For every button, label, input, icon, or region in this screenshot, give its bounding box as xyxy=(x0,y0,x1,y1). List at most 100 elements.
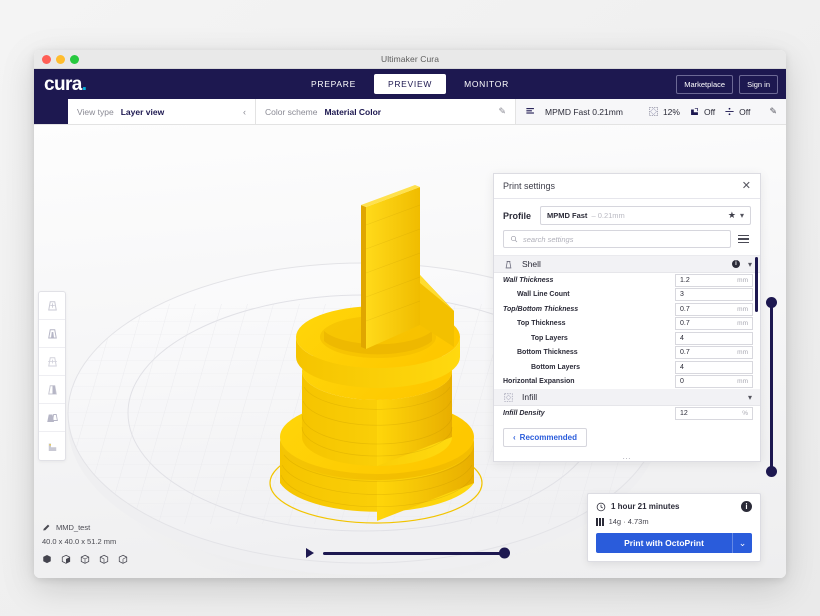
support-value: Off xyxy=(703,106,716,117)
setting-row[interactable]: Wall Line Count 3 xyxy=(494,288,760,303)
setting-row[interactable]: Wall Thickness 1.2 mm xyxy=(494,273,760,288)
print-button-label: Print with OctoPrint xyxy=(624,538,704,548)
solid-cube-icon[interactable] xyxy=(42,554,52,564)
setting-row[interactable]: Top Layers 4 xyxy=(494,331,760,346)
chevron-down-icon[interactable]: ▾ xyxy=(740,211,744,220)
panel-resize-grip[interactable]: … xyxy=(494,451,760,461)
category-shell[interactable]: Shell i ▾ xyxy=(494,256,760,273)
setting-label: Top/Bottom Thickness xyxy=(503,305,579,313)
setting-value: 0 xyxy=(680,378,684,386)
recommended-button[interactable]: ‹ Recommended xyxy=(503,427,588,447)
sign-in-button[interactable]: Sign in xyxy=(739,74,778,94)
support-blocker-button[interactable] xyxy=(39,432,65,460)
category-infill[interactable]: Infill ▾ xyxy=(494,389,760,406)
layer-range-top-handle[interactable] xyxy=(766,297,777,308)
print-button[interactable]: Print with OctoPrint ⌄ xyxy=(596,533,752,553)
toolbar-left-spacer xyxy=(34,99,68,124)
material-icon xyxy=(596,517,604,526)
wireframe-cube-icon[interactable] xyxy=(80,554,90,564)
info-icon[interactable]: i xyxy=(731,260,740,268)
move-tool-button[interactable] xyxy=(39,292,65,320)
setting-value: 1.2 xyxy=(680,276,690,284)
setting-value-field[interactable]: 0.7 mm xyxy=(675,346,753,360)
setting-value-field[interactable]: 0.7 mm xyxy=(675,302,753,316)
layer-range-track[interactable] xyxy=(770,303,773,471)
print-settings-title: Print settings xyxy=(503,181,556,191)
setting-value-field[interactable]: 12 % xyxy=(675,406,753,420)
layer-range-bottom-handle[interactable] xyxy=(766,466,777,477)
marketplace-button[interactable]: Marketplace xyxy=(676,74,734,94)
print-settings-footer: ‹ Recommended xyxy=(494,421,760,454)
object-dimensions: 40.0 x 40.0 x 51.2 mm xyxy=(42,537,117,546)
search-input[interactable]: search settings xyxy=(503,230,731,248)
chevron-left-icon: ‹ xyxy=(513,432,516,442)
setting-label: Horizontal Expansion xyxy=(503,378,575,386)
mirror-tool-icon xyxy=(47,385,57,395)
tab-prepare[interactable]: PREPARE xyxy=(297,74,370,94)
chevron-down-icon[interactable]: ▾ xyxy=(748,260,752,269)
setting-row[interactable]: Top/Bottom Thickness 0.7 mm xyxy=(494,302,760,317)
category-infill-label: Infill xyxy=(522,392,538,402)
setting-unit: mm xyxy=(737,276,748,284)
scale-tool-button[interactable] xyxy=(39,320,65,348)
mirror-tool-button[interactable] xyxy=(39,376,65,404)
chevron-down-icon[interactable]: ▾ xyxy=(748,393,752,402)
chevron-down-icon[interactable]: ⌄ xyxy=(732,533,752,553)
settings-scrollbar[interactable] xyxy=(755,257,758,420)
xray-cube-icon[interactable] xyxy=(99,554,109,564)
edit-print-setup-icon[interactable]: ✎ xyxy=(769,106,777,117)
setting-unit: mm xyxy=(737,320,748,328)
play-icon[interactable] xyxy=(306,548,314,558)
settings-scrollbar-thumb[interactable] xyxy=(755,257,758,312)
print-setup-summary[interactable]: MPMD Fast 0.21mm 12% Off Off ✎ xyxy=(516,99,786,124)
layer-simulation-slider[interactable] xyxy=(306,547,510,559)
settings-list: Shell i ▾ Wall Thickness 1.2 mm Wall Lin… xyxy=(494,255,760,421)
setting-value-field[interactable]: 0.7 mm xyxy=(675,317,753,331)
object-name: MMD_test xyxy=(56,523,91,532)
setting-value-field[interactable]: 4 xyxy=(675,331,753,345)
infill-icon xyxy=(648,106,658,117)
setting-row[interactable]: Top Thickness 0.7 mm xyxy=(494,317,760,332)
per-model-settings-button[interactable] xyxy=(39,404,65,432)
setting-row[interactable]: Infill Density 12 % xyxy=(494,406,760,421)
edit-pencil-icon[interactable]: ✎ xyxy=(472,106,506,117)
profile-dropdown[interactable]: MPMD Fast – 0.21mm ★ ▾ xyxy=(540,206,751,225)
setting-row[interactable]: Horizontal Expansion 0 mm xyxy=(494,375,760,390)
print-time: 1 hour 21 minutes xyxy=(611,502,680,511)
profile-name: MPMD Fast xyxy=(547,211,588,220)
outline-cube-icon[interactable] xyxy=(118,554,128,564)
3d-viewport[interactable]: MMD_test 40.0 x 40.0 x 51.2 mm Print set… xyxy=(34,125,786,578)
setting-row[interactable]: Bottom Thickness 0.7 mm xyxy=(494,346,760,361)
star-icon[interactable]: ★ xyxy=(728,210,736,221)
info-icon[interactable]: i xyxy=(741,501,752,512)
view-type-selector[interactable]: View type Layer view ‹ xyxy=(68,99,256,124)
chevron-left-icon[interactable]: ‹ xyxy=(217,107,246,117)
simulation-track[interactable] xyxy=(323,547,510,559)
rotate-tool-button[interactable] xyxy=(39,348,65,376)
category-shell-label: Shell xyxy=(522,259,541,269)
setting-value-field[interactable]: 3 xyxy=(675,288,753,302)
setting-value-field[interactable]: 1.2 mm xyxy=(675,273,753,287)
setting-row[interactable]: Bottom Layers 4 xyxy=(494,360,760,375)
search-row: search settings xyxy=(494,230,760,255)
print-settings-header: Print settings ✕ xyxy=(494,174,760,199)
window-titlebar: Ultimaker Cura xyxy=(34,50,786,69)
layer-range-slider[interactable] xyxy=(766,297,778,477)
adhesion-icon xyxy=(725,107,734,116)
color-scheme-selector[interactable]: Color scheme Material Color ✎ xyxy=(256,99,516,124)
tab-monitor[interactable]: MONITOR xyxy=(450,74,523,94)
close-icon[interactable]: ✕ xyxy=(742,180,751,192)
view-toolbar: View type Layer view ‹ Color scheme Mate… xyxy=(34,99,786,125)
color-scheme-label: Color scheme xyxy=(265,106,318,117)
topbar-right-actions: Marketplace Sign in xyxy=(676,74,778,94)
view-mode-icons[interactable] xyxy=(42,554,128,564)
settings-visibility-icon[interactable] xyxy=(738,234,751,244)
half-shaded-cube-icon[interactable] xyxy=(61,554,71,564)
simulation-handle[interactable] xyxy=(499,547,510,559)
setting-value-field[interactable]: 4 xyxy=(675,360,753,374)
material-usage-row: 14g · 4.73m xyxy=(596,517,752,526)
tab-preview[interactable]: PREVIEW xyxy=(373,74,447,94)
setting-value: 4 xyxy=(680,363,684,371)
setting-value-field[interactable]: 0 mm xyxy=(675,375,753,389)
layers-icon xyxy=(526,108,534,114)
